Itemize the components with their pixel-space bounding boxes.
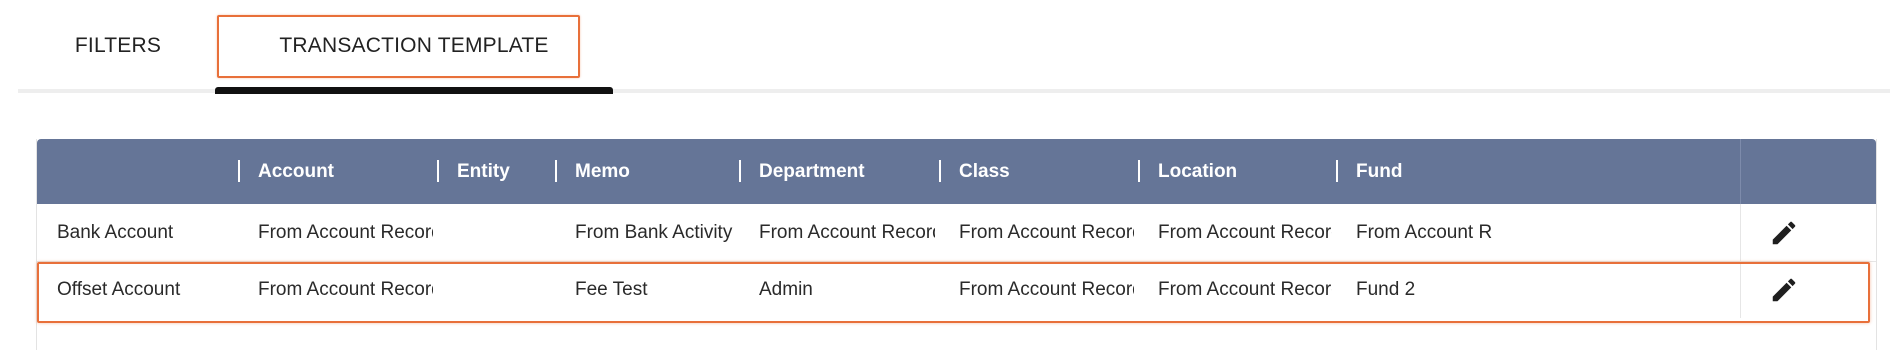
table-header: Account Entity Memo Department Class Loc… [37,139,1876,204]
table-row: Bank Account From Account Record From Ba… [37,204,1876,261]
table-row: Offset Account From Account Record Fee T… [37,261,1876,318]
edit-row-button[interactable] [1767,216,1801,250]
cell-class: From Account Record [959,278,1134,300]
tab-filters-label: FILTERS [74,34,162,57]
cell-department: Admin [759,278,813,300]
cell-location: From Account Record [1158,278,1332,300]
column-resize-handle[interactable] [437,160,439,182]
column-resize-handle[interactable] [555,160,557,182]
active-tab-indicator [215,87,613,94]
cell-type: Bank Account [57,221,174,243]
cell-type: Offset Account [57,278,181,300]
row-action-cell [1740,204,1876,261]
column-resize-handle[interactable] [238,160,240,182]
pencil-edit-icon [1772,278,1795,301]
cell-account: From Account Record [258,221,433,243]
column-header-department[interactable]: Department [759,139,865,204]
column-header-account[interactable]: Account [258,139,334,204]
transaction-template-table: Account Entity Memo Department Class Loc… [36,139,1877,350]
row-action-cell [1740,261,1876,318]
pencil-edit-icon [1772,221,1795,244]
cell-location: From Account Record [1158,221,1332,243]
column-resize-handle[interactable] [1138,160,1140,182]
column-header-class[interactable]: Class [959,139,1010,204]
cell-fund: Fund 2 [1356,278,1416,300]
column-header-fund[interactable]: Fund [1356,139,1402,204]
cell-account: From Account Record [258,278,433,300]
action-column-divider [1740,139,1741,204]
column-resize-handle[interactable] [939,160,941,182]
tab-filters[interactable]: FILTERS [36,0,200,92]
edit-row-button[interactable] [1767,273,1801,307]
tab-bar: FILTERS TRANSACTION TEMPLATE [18,0,1890,95]
column-resize-handle[interactable] [1336,160,1338,182]
column-header-memo[interactable]: Memo [575,139,630,204]
column-resize-handle[interactable] [739,160,741,182]
cell-memo: Fee Test [575,278,648,300]
cell-fund: From Account Record [1356,221,1492,243]
cell-entity [457,261,552,318]
tab-transaction-template[interactable]: TRANSACTION TEMPLATE [215,0,613,92]
column-header-location[interactable]: Location [1158,139,1237,204]
cell-department: From Account Record [759,221,935,243]
cell-entity [457,204,552,261]
column-header-entity[interactable]: Entity [457,139,510,204]
cell-memo: From Bank Activity [575,221,733,243]
tab-transaction-template-label: TRANSACTION TEMPLATE [279,34,549,57]
cell-class: From Account Record [959,221,1134,243]
